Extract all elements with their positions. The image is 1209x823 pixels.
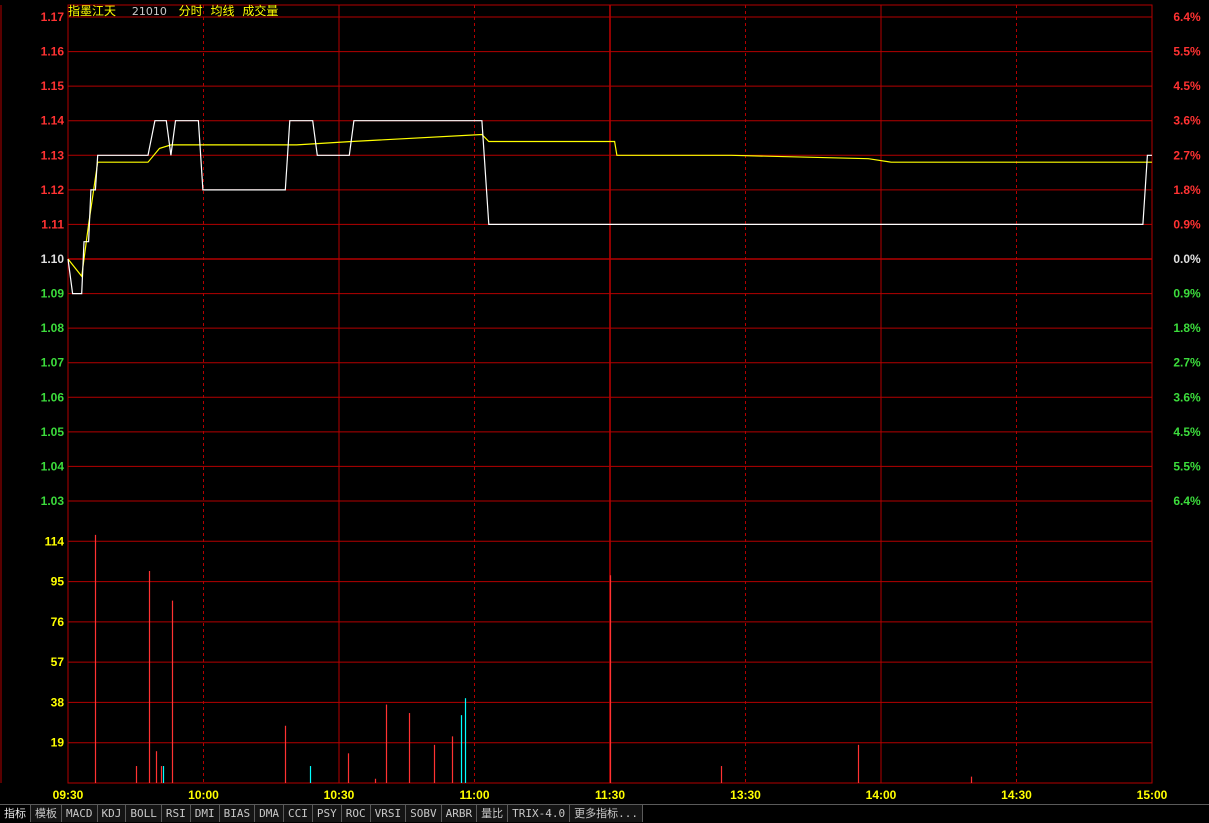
- percent-tick-label: 3.6%: [1173, 114, 1201, 128]
- tab-vrsi[interactable]: VRSI: [370, 805, 407, 822]
- legend-minute[interactable]: 分时: [179, 4, 203, 18]
- price-tick-label: 1.04: [41, 459, 65, 473]
- volume-tick-label: 38: [51, 695, 65, 709]
- time-tick-label: 09:30: [53, 788, 84, 802]
- percent-tick-label: 0.0%: [1173, 252, 1201, 266]
- tab-trix[interactable]: TRIX-4.0: [508, 805, 571, 822]
- time-tick-label: 10:00: [188, 788, 219, 802]
- tab-more-indicators[interactable]: 更多指标...: [570, 805, 643, 822]
- price-tick-label: 1.05: [41, 425, 65, 439]
- price-tick-label: 1.15: [41, 79, 65, 93]
- percent-tick-label: 0.9%: [1173, 217, 1201, 231]
- chart-header: 指墨江天 21010 分时 均线 成交量: [68, 2, 282, 19]
- price-tick-label: 1.13: [41, 148, 65, 162]
- time-tick-label: 14:00: [866, 788, 897, 802]
- legend-average[interactable]: 均线: [211, 4, 235, 18]
- volume-tick-label: 19: [51, 736, 65, 750]
- tab-cci[interactable]: CCI: [284, 805, 313, 822]
- volume-tick-label: 95: [51, 575, 65, 589]
- percent-tick-label: 6.4%: [1173, 10, 1201, 24]
- time-tick-label: 13:30: [730, 788, 761, 802]
- volume-tick-label: 114: [45, 534, 65, 548]
- percent-tick-label: 3.6%: [1173, 390, 1201, 404]
- volume-tick-label: 57: [51, 655, 65, 669]
- tab-template[interactable]: 模板: [31, 805, 62, 822]
- time-tick-label: 11:00: [459, 788, 489, 802]
- tab-volume-ratio[interactable]: 量比: [477, 805, 509, 822]
- indicator-tab-bar: 指标 模板 MACD KDJ BOLL RSI DMI BIAS DMA CCI…: [0, 804, 1209, 823]
- percent-tick-label: 4.5%: [1173, 425, 1201, 439]
- tab-arbr[interactable]: ARBR: [441, 805, 478, 822]
- tab-rsi[interactable]: RSI: [161, 805, 191, 822]
- tab-dmi[interactable]: DMI: [190, 805, 220, 822]
- price-tick-label: 1.09: [41, 287, 65, 301]
- percent-tick-label: 2.7%: [1173, 148, 1201, 162]
- tab-dma[interactable]: DMA: [255, 805, 284, 822]
- percent-tick-label: 2.7%: [1173, 356, 1201, 370]
- price-tick-label: 1.07: [41, 356, 65, 370]
- price-tick-label: 1.12: [41, 183, 65, 197]
- tab-psy[interactable]: PSY: [312, 805, 342, 822]
- price-tick-label: 1.06: [41, 390, 65, 404]
- price-tick-label: 1.08: [41, 321, 65, 335]
- intraday-chart-window: 1.17 6.4% 1.16 5.5% 1.15 4.5% 1.14 3.6% 1.13 2.7%…: [0, 0, 1209, 823]
- tab-bias[interactable]: BIAS: [219, 805, 256, 822]
- tab-kdj[interactable]: KDJ: [97, 805, 127, 822]
- percent-tick-label: 1.8%: [1173, 321, 1201, 335]
- time-tick-label: 11:30: [595, 788, 625, 802]
- intraday-chart[interactable]: 1.17 6.4% 1.16 5.5% 1.15 4.5% 1.14 3.6% 1.13 2.7%…: [0, 0, 1209, 804]
- tab-macd[interactable]: MACD: [62, 805, 98, 822]
- price-tick-label: 1.03: [41, 494, 65, 508]
- time-tick-label: 10:30: [324, 788, 355, 802]
- price-tick-label: 1.16: [41, 45, 65, 59]
- stock-code: 21010: [131, 5, 167, 18]
- price-tick-label: 1.14: [41, 114, 65, 128]
- legend-volume[interactable]: 成交量: [242, 4, 278, 18]
- percent-tick-label: 4.5%: [1173, 79, 1201, 93]
- time-tick-label: 14:30: [1001, 788, 1032, 802]
- percent-tick-label: 6.4%: [1173, 494, 1201, 508]
- tab-roc[interactable]: ROC: [341, 805, 371, 822]
- percent-tick-label: 5.5%: [1173, 459, 1201, 473]
- percent-tick-label: 0.9%: [1173, 287, 1201, 301]
- tab-boll[interactable]: BOLL: [126, 805, 162, 822]
- percent-tick-label: 1.8%: [1173, 183, 1201, 197]
- tab-sobv[interactable]: SOBV: [406, 805, 442, 822]
- time-tick-label: 15:00: [1137, 788, 1168, 802]
- price-tick-label: 1.11: [41, 217, 64, 231]
- price-tick-label: 1.17: [41, 10, 65, 24]
- tab-indicator[interactable]: 指标: [0, 805, 31, 822]
- percent-tick-label: 5.5%: [1173, 45, 1201, 59]
- price-tick-label: 1.10: [41, 252, 65, 266]
- volume-tick-label: 76: [51, 615, 65, 629]
- stock-name: 指墨江天: [68, 4, 117, 18]
